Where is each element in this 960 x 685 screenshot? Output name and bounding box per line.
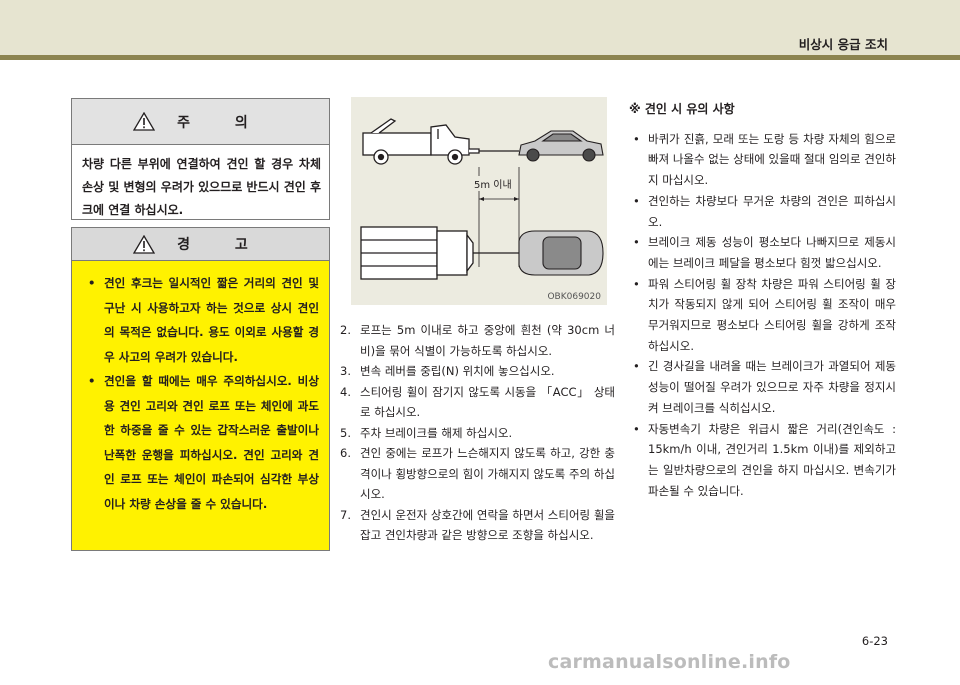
warning-list: 견인 후크는 일시적인 짧은 거리의 견인 및 구난 시 사용하고자 하는 것으… (72, 261, 329, 516)
list-item: 긴 경사길을 내려올 때는 브레이크가 과열되어 제동 성능이 떨어질 우려가 … (629, 356, 896, 418)
warning-title: 경 고 (177, 237, 268, 253)
warning-triangle-icon (133, 112, 156, 131)
caution-box: 주 의 차량 다른 부위에 연결하여 견인 할 경우 차체 손상 및 변형의 우… (71, 98, 330, 220)
header-rule (0, 55, 960, 60)
warning-triangle-icon (133, 234, 156, 254)
list-item: 바퀴가 진흙, 모래 또는 도랑 등 차량 자체의 힘으로 빠져 나올수 없는 … (629, 129, 896, 191)
list-item: 견인하는 차량보다 무거운 차량의 견인은 피하십시오. (629, 191, 896, 232)
caution-header: 주 의 (72, 99, 329, 145)
section-title: 비상시 응급 조치 (798, 37, 888, 52)
notes-title: ※ 견인 시 유의 사항 (629, 102, 735, 116)
car-side-icon (518, 130, 604, 162)
list-item: 2. 로프는 5m 이내로 하고 중앙에 흰천 (약 30cm 너비)을 묶어 식… (340, 323, 615, 358)
tow-diagram (360, 118, 604, 280)
warning-item: 견인 후크는 일시적인 짧은 거리의 견인 및 구난 시 사용하고자 하는 것으… (86, 271, 319, 369)
list-item: 4. 스티어링 휠이 잠기지 않도록 시동을 「ACC」 상태로 하십시오. (340, 384, 615, 420)
watermark: carmanualsonline.info (548, 651, 791, 673)
car-top-icon (518, 230, 604, 276)
list-item: 파워 스티어링 휠 장착 차량은 파워 스티어링 휠 장치가 작동되지 않게 되… (629, 274, 896, 357)
tow-truck-top-icon (360, 226, 479, 280)
warning-header: 경 고 (72, 228, 329, 261)
list-item: 7. 견인시 운전자 상호간에 연락을 하면서 스티어링 휠을 잡고 견인차량과 … (340, 507, 615, 543)
tow-truck-side-icon (362, 118, 480, 165)
caution-text: 차량 다른 부위에 연결하여 견인 할 경우 차체 손상 및 변형의 우려가 있… (82, 157, 322, 217)
distance-label: 5m 이내 (473, 176, 513, 191)
step-list: 2. 로프는 5m 이내로 하고 중앙에 흰천 (약 30cm 너비)을 묶어 식… (340, 320, 615, 546)
figure-code: OBK069020 (547, 292, 601, 302)
warning-item: 견인을 할 때에는 매우 주의하십시오. 비상용 견인 고리와 견인 로프 또는… (86, 369, 319, 516)
list-item: 자동변속기 차량은 위급시 짧은 거리(견인속도 : 15km/h 이내, 견인… (629, 419, 896, 502)
caution-title: 주 의 (177, 114, 268, 131)
towing-illustration: 5m 이내 OBK069020 (351, 97, 607, 305)
list-item: 6. 견인 중에는 로프가 느슨해지지 않도록 하고, 강한 충격이나 횡방향으로… (340, 446, 615, 501)
warning-box: 경 고 견인 후크는 일시적인 짧은 거리의 견인 및 구난 시 사용하고자 하… (71, 227, 330, 551)
list-item: 3. 변속 레버를 중립(N) 위치에 놓으십시오. (340, 364, 555, 378)
list-item: 5. 주차 브레이크를 해제 하십시오. (340, 425, 513, 440)
list-item: 브레이크 제동 성능이 평소보다 나빠지므로 제동시에는 브레이크 페달을 평소… (629, 232, 896, 273)
notes-list: 바퀴가 진흙, 모래 또는 도랑 등 차량 자체의 힘으로 빠져 나올수 없는 … (629, 129, 896, 502)
page-number: 6-23 (861, 634, 888, 648)
towing-notes: ※ 견인 시 유의 사항 바퀴가 진흙, 모래 또는 도랑 등 차량 자체의 힘… (629, 99, 896, 501)
